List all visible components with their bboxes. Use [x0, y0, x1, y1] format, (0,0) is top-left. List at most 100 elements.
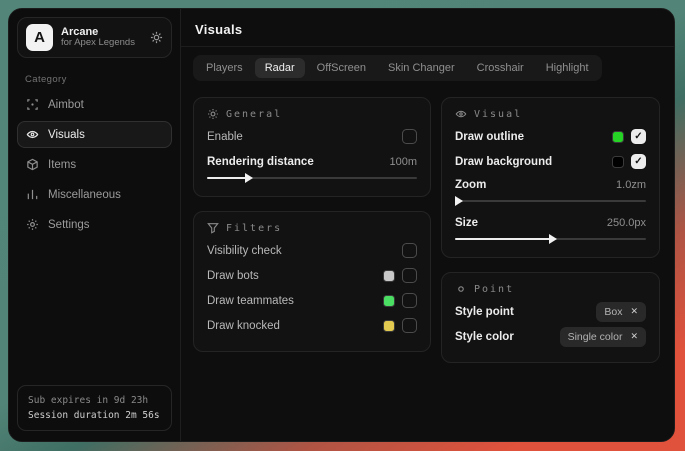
bars-icon — [26, 188, 39, 201]
zoom-group: Zoom 1.0zm — [455, 176, 646, 206]
draw-background-color-swatch[interactable] — [612, 156, 624, 168]
draw-teammates-row: Draw teammates ✓ — [207, 288, 417, 313]
draw-knocked-row: Draw knocked ✓ — [207, 313, 417, 338]
sidebar-item-miscellaneous[interactable]: Miscellaneous — [17, 181, 172, 208]
check-icon: ✓ — [634, 132, 642, 142]
rendering-distance-group: Rendering distance 100m — [207, 153, 417, 183]
filters-card-title: Filters — [226, 223, 282, 234]
funnel-icon — [207, 222, 219, 234]
draw-outline-label: Draw outline — [455, 131, 524, 143]
sidebar-item-label: Items — [48, 159, 76, 171]
tab-players[interactable]: Players — [196, 58, 253, 78]
main-header: Visuals — [181, 9, 674, 47]
point-dot-icon — [455, 283, 467, 295]
draw-background-row: Draw background ✓ — [455, 149, 646, 174]
tab-bar: Players Radar OffScreen Skin Changer Cro… — [193, 55, 602, 81]
draw-knocked-checkbox[interactable]: ✓ — [402, 318, 417, 333]
tab-crosshair[interactable]: Crosshair — [467, 58, 534, 78]
sidebar: A Arcane for Apex Legends Category — [9, 9, 181, 441]
eye-scan-icon — [26, 128, 39, 141]
size-label: Size — [455, 217, 478, 229]
subscription-info-box: Sub expires in 9d 23h Session duration 2… — [17, 385, 172, 431]
sidebar-item-items[interactable]: Items — [17, 151, 172, 178]
sidebar-item-aimbot[interactable]: Aimbot — [17, 91, 172, 118]
brand-gear-icon[interactable] — [150, 31, 163, 44]
main-area: Visuals Players Radar OffScreen Skin Cha… — [181, 9, 674, 441]
slider-thumb[interactable] — [455, 196, 463, 206]
size-slider[interactable] — [455, 234, 646, 244]
slider-thumb[interactable] — [549, 234, 557, 244]
style-point-select[interactable]: Box ✕ — [596, 302, 646, 322]
style-color-value: Single color — [568, 331, 623, 343]
sidebar-item-settings[interactable]: Settings — [17, 211, 172, 238]
crosshair-icon — [26, 98, 39, 111]
general-card-header: General — [207, 108, 417, 120]
cube-icon — [26, 158, 39, 171]
tabs-row: Players Radar OffScreen Skin Changer Cro… — [181, 47, 674, 81]
point-card: Point Style point Box ✕ Style color Sing… — [441, 272, 660, 363]
close-icon[interactable]: ✕ — [630, 306, 638, 317]
draw-outline-checkbox[interactable]: ✓ — [631, 129, 646, 144]
tab-offscreen[interactable]: OffScreen — [307, 58, 376, 78]
close-icon[interactable]: ✕ — [630, 331, 638, 342]
size-value: 250.0px — [607, 217, 646, 229]
rendering-distance-label: Rendering distance — [207, 156, 314, 168]
visibility-check-row: Visibility check ✓ — [207, 238, 417, 263]
draw-outline-color-swatch[interactable] — [612, 131, 624, 143]
filters-card: Filters Visibility check ✓ Draw bots ✓ — [193, 211, 431, 352]
visibility-check-checkbox[interactable]: ✓ — [402, 243, 417, 258]
point-card-title: Point — [474, 284, 514, 295]
draw-teammates-label: Draw teammates — [207, 295, 294, 307]
style-point-value: Box — [604, 306, 622, 318]
sub-expiry-text: Sub expires in 9d 23h — [28, 393, 161, 408]
tab-skin-changer[interactable]: Skin Changer — [378, 58, 465, 78]
visual-card-title: Visual — [474, 109, 522, 120]
draw-outline-row: Draw outline ✓ — [455, 124, 646, 149]
style-point-row: Style point Box ✕ — [455, 299, 646, 324]
general-card-title: General — [226, 109, 282, 120]
zoom-label: Zoom — [455, 179, 486, 191]
filters-card-header: Filters — [207, 222, 417, 234]
draw-bots-color-swatch[interactable] — [383, 270, 395, 282]
style-color-select[interactable]: Single color ✕ — [560, 327, 646, 347]
tab-radar[interactable]: Radar — [255, 58, 305, 78]
sidebar-item-label: Aimbot — [48, 99, 84, 111]
draw-teammates-color-swatch[interactable] — [383, 295, 395, 307]
brand-card: A Arcane for Apex Legends — [17, 17, 172, 58]
draw-bots-checkbox[interactable]: ✓ — [402, 268, 417, 283]
draw-background-label: Draw background — [455, 156, 552, 168]
draw-knocked-color-swatch[interactable] — [383, 320, 395, 332]
draw-background-checkbox[interactable]: ✓ — [631, 154, 646, 169]
app-subtitle: for Apex Legends — [61, 38, 142, 49]
visual-card: Visual Draw outline ✓ Draw background — [441, 97, 660, 258]
sidebar-nav: Aimbot Visuals Items — [9, 91, 180, 238]
tab-highlight[interactable]: Highlight — [536, 58, 599, 78]
zoom-slider[interactable] — [455, 196, 646, 206]
eye-icon — [455, 108, 467, 120]
right-column: Visual Draw outline ✓ Draw background — [441, 97, 660, 363]
rendering-distance-slider[interactable] — [207, 173, 417, 183]
slider-thumb[interactable] — [245, 173, 253, 183]
enable-checkbox[interactable]: ✓ — [402, 129, 417, 144]
sidebar-item-visuals[interactable]: Visuals — [17, 121, 172, 148]
left-column: General Enable ✓ Rendering distance 100m — [193, 97, 431, 352]
style-point-label: Style point — [455, 306, 514, 318]
category-label: Category — [25, 74, 180, 85]
app-window: A Arcane for Apex Legends Category — [8, 8, 675, 442]
app-logo: A — [26, 24, 53, 51]
gear-icon — [26, 218, 39, 231]
draw-teammates-checkbox[interactable]: ✓ — [402, 293, 417, 308]
size-group: Size 250.0px — [455, 214, 646, 244]
check-icon: ✓ — [634, 157, 642, 167]
style-color-label: Style color — [455, 331, 514, 343]
enable-row: Enable ✓ — [207, 124, 417, 149]
zoom-value: 1.0zm — [616, 179, 646, 191]
visibility-check-label: Visibility check — [207, 245, 282, 257]
content: General Enable ✓ Rendering distance 100m — [181, 81, 674, 363]
brand-text: Arcane for Apex Legends — [61, 26, 142, 50]
rendering-distance-value: 100m — [389, 156, 417, 168]
style-color-row: Style color Single color ✕ — [455, 324, 646, 349]
sidebar-item-label: Visuals — [48, 129, 85, 141]
visual-card-header: Visual — [455, 108, 646, 120]
draw-knocked-label: Draw knocked — [207, 320, 280, 332]
